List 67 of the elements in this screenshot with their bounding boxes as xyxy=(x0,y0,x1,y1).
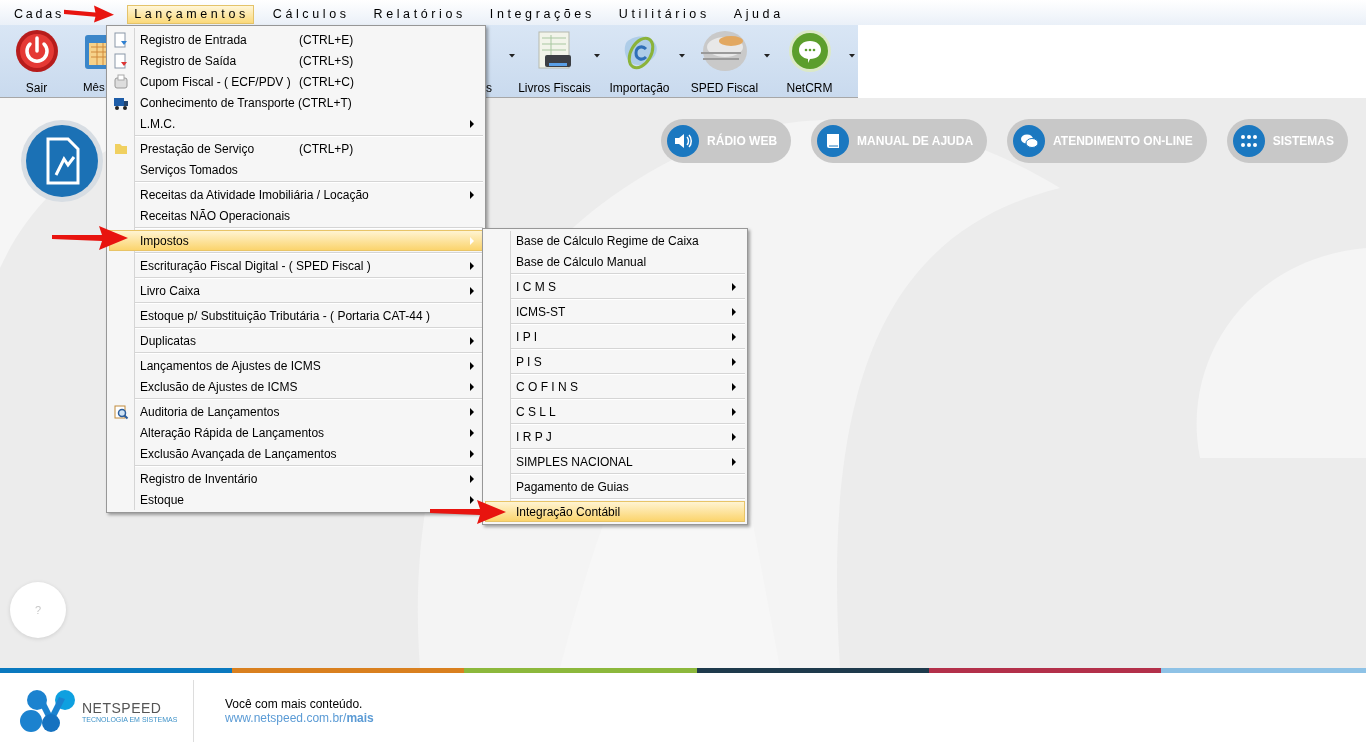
toolbar-label[interactable]: Importação xyxy=(609,81,670,95)
menu-item[interactable]: P I S xyxy=(485,351,745,372)
menu-item[interactable]: Exclusão de Ajustes de ICMS xyxy=(109,376,483,397)
menu-item[interactable]: I R P J xyxy=(485,426,745,447)
menu-item[interactable]: Livro Caixa xyxy=(109,280,483,301)
menu-item[interactable]: Cupom Fiscal - ( ECF/PDV ) (CTRL+C) xyxy=(109,71,483,92)
caret-icon[interactable] xyxy=(764,54,770,58)
menu-bar-item[interactable]: Relatórios xyxy=(366,5,471,24)
toolbar-label[interactable]: s xyxy=(486,81,492,95)
magnifier-icon xyxy=(113,404,129,420)
power-icon[interactable] xyxy=(14,29,59,73)
toolbar-label[interactable]: Sair xyxy=(25,81,48,95)
caret-icon[interactable] xyxy=(679,54,685,58)
chat-icon[interactable] xyxy=(787,29,832,73)
menu-item[interactable]: Pagamento de Guias xyxy=(485,476,745,497)
menu-item[interactable]: Registro de Saída (CTRL+S) xyxy=(109,50,483,71)
document-icon[interactable] xyxy=(20,119,104,203)
menu-item[interactable]: Estoque xyxy=(109,489,483,510)
folder-icon xyxy=(113,141,129,157)
menu-item[interactable]: Prestação de Serviço (CTRL+P) xyxy=(109,138,483,159)
menu-bar-item[interactable]: Lançamentos xyxy=(127,5,254,24)
toolbar-label[interactable]: NetCRM xyxy=(786,81,833,95)
menu-item[interactable]: Lançamentos de Ajustes de ICMS xyxy=(109,355,483,376)
speaker-icon xyxy=(667,125,700,157)
menu-item[interactable]: Alteração Rápida de Lançamentos xyxy=(109,422,483,443)
menu-item[interactable]: Duplicatas xyxy=(109,330,483,351)
menu-item[interactable]: Base de Cálculo Regime de Caixa xyxy=(485,230,745,251)
menu-item[interactable]: Integração Contábil xyxy=(485,501,745,522)
menu-item[interactable]: Base de Cálculo Manual xyxy=(485,251,745,272)
menu-item[interactable]: Receitas da Atividade Imobiliária / Locação xyxy=(109,184,483,205)
menu-item[interactable]: I P I xyxy=(485,326,745,347)
menu-item[interactable]: Registro de Inventário xyxy=(109,468,483,489)
menu-item[interactable]: Auditoria de Lançamentos xyxy=(109,401,483,422)
toolbar-label[interactable]: Livros Fiscais xyxy=(518,81,591,95)
menu-bar-item[interactable]: Integrações xyxy=(482,5,600,24)
footer-text: Você com mais conteúdo. xyxy=(225,697,364,711)
grid-icon xyxy=(1232,125,1265,157)
menu-item[interactable]: L.M.C. xyxy=(109,113,483,134)
menu-item[interactable]: C S L L xyxy=(485,401,745,422)
brand-name: NETSPEED xyxy=(82,699,163,716)
toolbar-label[interactable]: Mês xyxy=(83,81,105,93)
menu-item[interactable]: Estoque p/ Substituição Tributária - ( Portaria CAT-44 ) xyxy=(109,305,483,326)
menu-item[interactable]: Receitas NÃO Operacionais xyxy=(109,205,483,226)
chat-icon xyxy=(1013,125,1046,157)
menu-item[interactable]: Impostos xyxy=(109,230,483,251)
menu-item[interactable]: Conhecimento de Transporte (CTRL+T) xyxy=(109,92,483,113)
printer-icon xyxy=(113,74,129,90)
export-icon xyxy=(113,53,129,69)
menu-item[interactable]: ICMS-ST xyxy=(485,301,745,322)
menu-bar-item[interactable]: Ajuda xyxy=(726,5,789,24)
import-icon xyxy=(113,32,129,48)
menu-bar-item[interactable]: Cadas xyxy=(11,5,66,24)
caret-icon[interactable] xyxy=(509,54,515,58)
book-icon xyxy=(817,125,850,157)
menu-bar-item[interactable]: Utilitários xyxy=(611,5,715,24)
caret-icon[interactable] xyxy=(849,54,855,58)
menu-item[interactable]: I C M S xyxy=(485,276,745,297)
menu-item[interactable]: SIMPLES NACIONAL xyxy=(485,451,745,472)
menu-item[interactable]: Exclusão Avançada de Lançamentos xyxy=(109,443,483,464)
menu-item[interactable]: Registro de Entrada (CTRL+E) xyxy=(109,29,483,50)
menu-item[interactable]: C O F I N S xyxy=(485,376,745,397)
menu-item[interactable]: Serviços Tomados xyxy=(109,159,483,180)
caret-icon[interactable] xyxy=(594,54,600,58)
toolbar-label[interactable]: SPED Fiscal xyxy=(690,81,759,95)
menu-bar-item[interactable]: Cálculos xyxy=(265,5,355,24)
truck-icon xyxy=(113,95,129,111)
menu-item[interactable]: Escrituração Fiscal Digital - ( SPED Fiscal ) xyxy=(109,255,483,276)
